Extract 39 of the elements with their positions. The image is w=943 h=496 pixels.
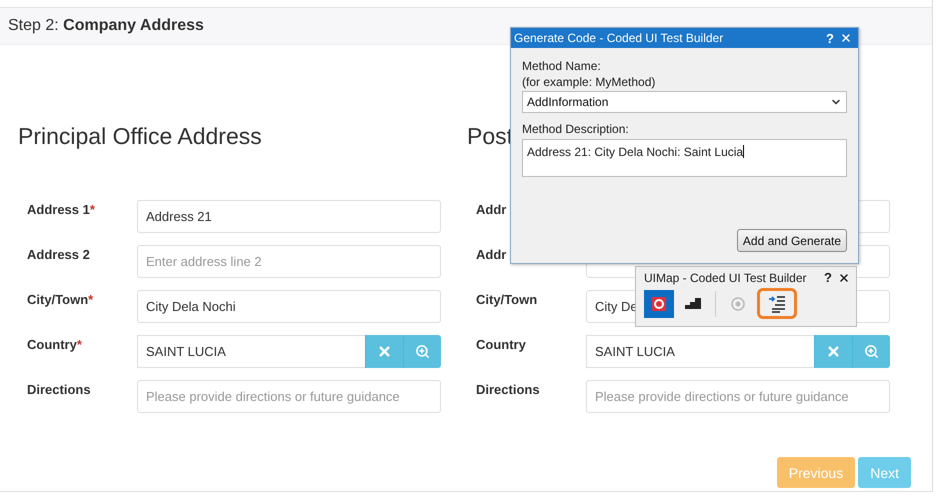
text-field[interactable]: Please provide directions or future guidance [137, 380, 441, 413]
text-field[interactable]: Please provide directions or future guidance [586, 380, 890, 413]
close-icon [826, 344, 841, 359]
toolbar-button[interactable] [757, 288, 797, 319]
field-label: Directions [27, 382, 91, 397]
description-label: Method Description: [522, 121, 630, 137]
dialog-title: Generate Code - Coded UI Test Builder [514, 31, 724, 45]
close-icon [377, 344, 392, 359]
help-button[interactable]: ? [824, 270, 832, 285]
target-icon [731, 296, 745, 310]
add-generate-button[interactable]: Add and Generate [736, 229, 847, 252]
country-field[interactable]: SAINT LUCIA [137, 335, 365, 368]
field-label: Addr [476, 202, 506, 217]
description-field[interactable]: Address 21: City Dela Nochi: Saint Lucia [522, 139, 847, 177]
country-field[interactable]: SAINT LUCIA [586, 335, 814, 368]
field-label: Address 2 [27, 247, 90, 262]
steps-icon [685, 298, 701, 309]
close-icon[interactable] [838, 272, 850, 284]
field-label: Country* [27, 337, 82, 352]
method-name-combo[interactable]: AddInformation [522, 91, 847, 113]
record-icon [652, 296, 666, 310]
field-label: Address 1* [27, 202, 95, 217]
field-label: Country [476, 337, 526, 352]
toolbar-title: UIMap - Coded UI Test Builder [644, 270, 808, 284]
zoom-in-icon [415, 344, 430, 359]
text-field[interactable]: City Dela Nochi [137, 290, 441, 323]
field-label: Directions [476, 382, 540, 397]
insert-list-icon [768, 294, 786, 312]
text-field[interactable]: Enter address line 2 [137, 245, 441, 278]
method-name-label: Method Name: [522, 58, 602, 74]
method-name-hint: (for example: MyMethod) [522, 74, 656, 90]
field-label: City/Town* [27, 292, 94, 307]
section-heading: Principal Office Address [18, 123, 262, 151]
step-title: Step 2: Company Address [8, 17, 204, 35]
field-label: Addr [476, 247, 506, 262]
zoom-in-icon [864, 344, 879, 359]
help-button[interactable]: ? [826, 30, 834, 46]
field-label: City/Town [476, 292, 538, 307]
text-field[interactable]: Address 21 [137, 200, 441, 233]
